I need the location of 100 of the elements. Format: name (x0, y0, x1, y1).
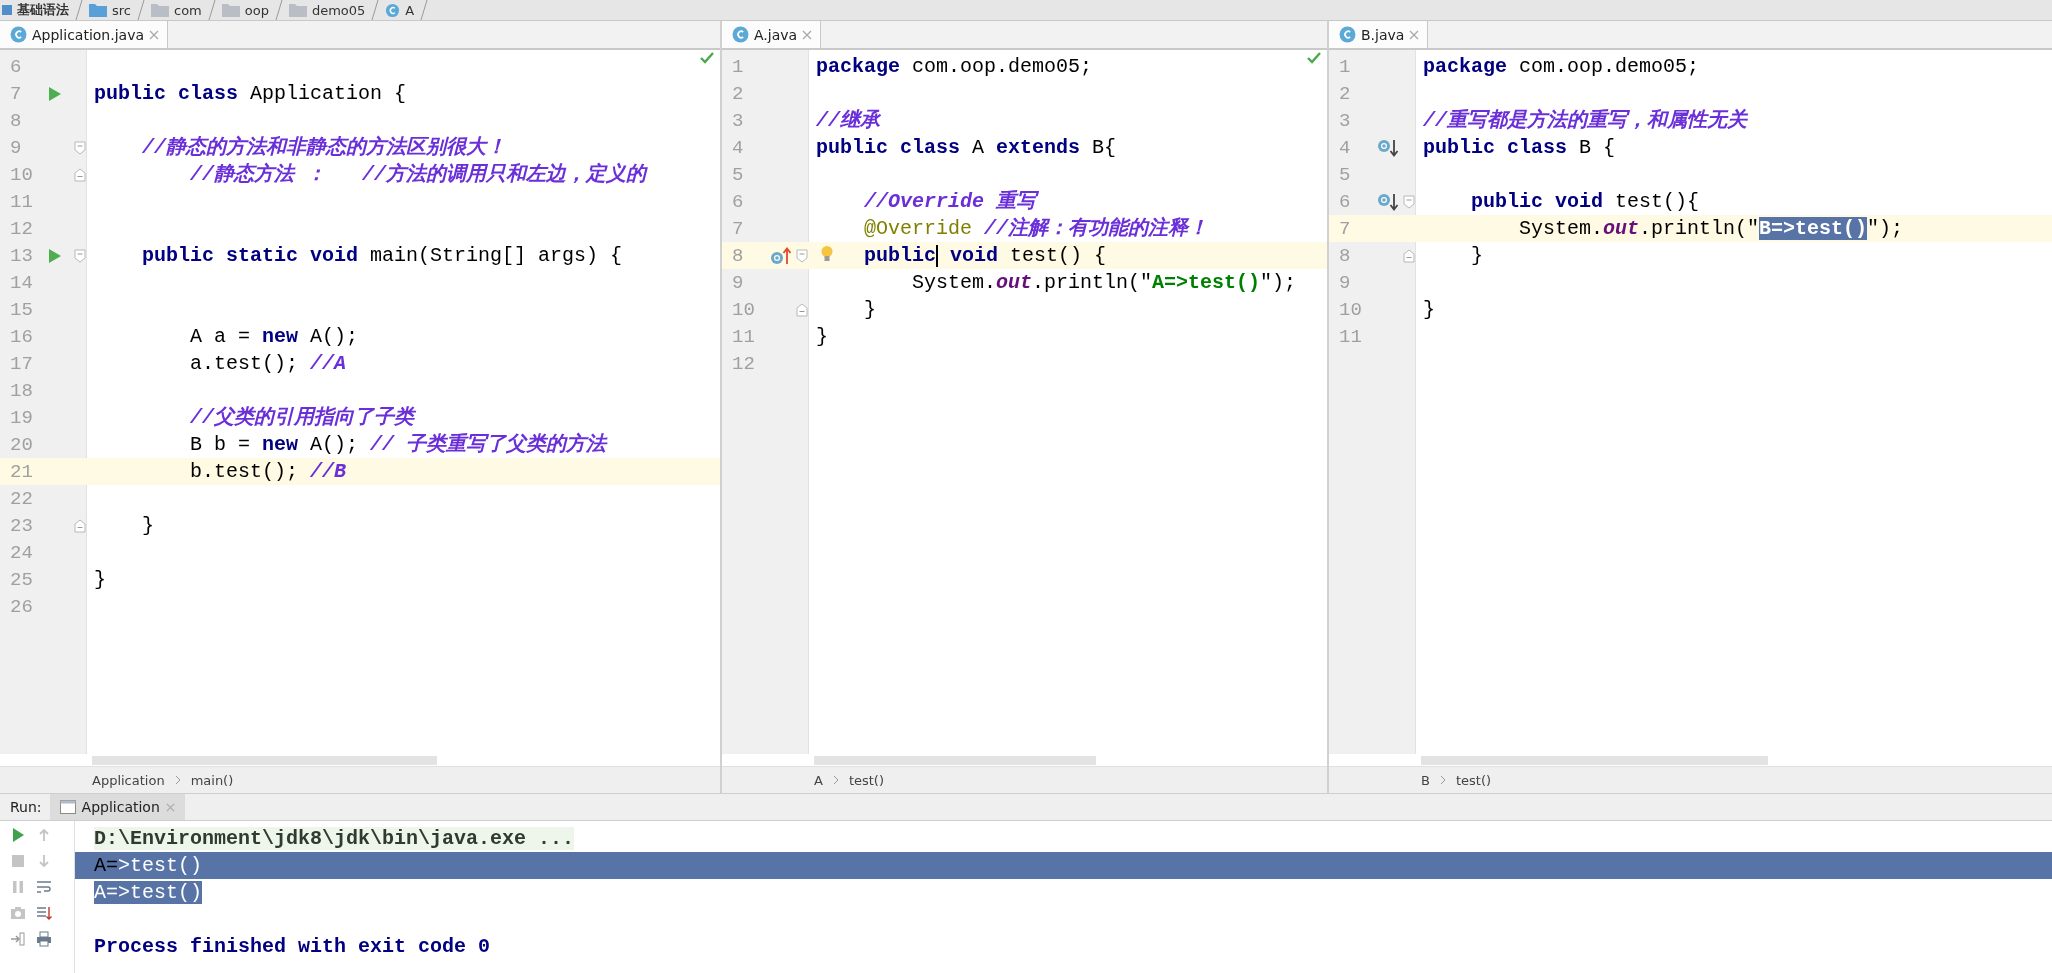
override-down-icon[interactable] (1376, 192, 1399, 211)
breadcrumb-item[interactable]: A (405, 2, 415, 18)
stop-icon[interactable] (10, 853, 26, 869)
line-number: 11 (1338, 325, 1363, 348)
print-icon[interactable] (36, 931, 52, 947)
fold-icon[interactable] (73, 167, 86, 182)
chevron-icon (1439, 775, 1446, 785)
close-icon[interactable] (1409, 29, 1420, 40)
line-number: 12 (9, 217, 34, 240)
fold-icon[interactable] (73, 140, 86, 155)
line-number: 14 (9, 271, 34, 294)
lightbulb-icon[interactable] (820, 245, 834, 263)
code-line: } (863, 298, 876, 321)
line-number: 2 (1338, 82, 1352, 105)
line-number: 6 (731, 190, 745, 213)
code-line: System.out.println("B=>test()"); (1518, 217, 1904, 240)
code-line: //父类的引用指向了子类 (189, 406, 415, 429)
breadcrumb-item[interactable]: B (1421, 772, 1430, 788)
fold-icon[interactable] (1402, 248, 1415, 263)
line-number: 5 (1338, 163, 1352, 186)
run-icon[interactable] (47, 247, 62, 264)
breadcrumb-item[interactable]: Application (92, 772, 165, 788)
editor-tab[interactable]: A.java (722, 21, 822, 48)
class-icon (385, 2, 401, 18)
editor-tab[interactable]: B.java (1329, 21, 1429, 48)
breadcrumb-item[interactable]: oop (244, 2, 269, 18)
line-number: 8 (1338, 244, 1352, 267)
code-line: } (94, 568, 106, 591)
scrollbar-thumb[interactable] (814, 755, 1097, 765)
code-line: //静态的方法和非静态的方法区别很大！ (141, 136, 506, 159)
close-icon[interactable] (802, 29, 813, 40)
fold-icon[interactable] (1402, 194, 1415, 209)
chevron-icon (832, 775, 839, 785)
scrollbar-thumb[interactable] (1421, 755, 1769, 765)
arrow-down-icon[interactable] (36, 853, 52, 869)
line-number: 9 (1338, 271, 1352, 294)
run-icon[interactable] (47, 85, 62, 102)
line-number: 18 (9, 379, 34, 402)
run-tab[interactable]: Application (49, 794, 185, 820)
line-number: 10 (731, 298, 756, 321)
console-line: Process finished with exit code 0 (94, 935, 491, 958)
breadcrumb-item[interactable]: main() (190, 772, 234, 788)
run-label: Run: (9, 799, 43, 815)
class-icon (10, 26, 27, 43)
line-number: 22 (9, 487, 34, 510)
breadcrumb-item[interactable]: src (112, 2, 131, 18)
line-number: 10 (1338, 298, 1363, 321)
close-icon[interactable] (165, 802, 175, 812)
module-icon (2, 5, 12, 15)
line-number: 7 (9, 82, 23, 105)
line-number: 8 (9, 109, 23, 132)
breadcrumb-separator-icon (207, 0, 216, 20)
close-icon[interactable] (149, 29, 159, 40)
breadcrumb-separator-icon (137, 0, 145, 20)
scrollbar-thumb[interactable] (92, 755, 438, 765)
line-number: 7 (1338, 217, 1352, 240)
line-number: 20 (9, 433, 34, 456)
fold-icon[interactable] (73, 248, 86, 263)
line-number: 15 (9, 298, 34, 321)
line-number: 9 (9, 136, 23, 159)
breadcrumb-item[interactable]: 基础语法 (17, 1, 69, 19)
line-number: 11 (731, 325, 756, 348)
fold-icon[interactable] (795, 248, 808, 263)
override-up-icon[interactable] (769, 246, 792, 265)
code-line: public class A extends B{ (816, 136, 1117, 159)
breadcrumb-item[interactable]: test() (1455, 772, 1492, 788)
fold-icon[interactable] (73, 518, 86, 533)
fold-icon[interactable] (795, 302, 808, 317)
line-number: 10 (9, 163, 34, 186)
breadcrumb-item[interactable]: test() (848, 772, 884, 788)
line-number: 6 (1338, 190, 1352, 213)
breadcrumb-item[interactable]: com (174, 2, 202, 18)
soft-wrap-icon[interactable] (36, 879, 52, 895)
chevron-icon (174, 775, 181, 785)
line-number: 19 (9, 406, 34, 429)
line-number: 6 (9, 55, 23, 78)
line-number: 12 (731, 352, 756, 375)
code-line: //重写都是方法的重写，和属性无关 (1423, 109, 1747, 132)
code-line: public static void main(String[] args) { (141, 244, 623, 267)
folder-icon (221, 3, 240, 17)
breadcrumb-item[interactable]: A (814, 772, 823, 788)
camera-icon[interactable] (10, 905, 26, 921)
breadcrumb-item[interactable]: demo05 (311, 2, 366, 18)
line-number: 25 (9, 568, 34, 591)
exit-icon[interactable] (10, 931, 26, 947)
code-line: public void test() { (863, 244, 1107, 267)
breadcrumb-separator-icon (75, 0, 83, 20)
code-line: @Override //注解：有功能的注释！ (863, 217, 1209, 240)
code-line: System.out.println("A=>test()"); (911, 271, 1297, 294)
override-down-icon[interactable] (1376, 138, 1399, 157)
editor-tab[interactable]: Application.java (0, 21, 168, 48)
code-line: package com.oop.demo05; (1423, 55, 1700, 78)
pause-icon[interactable] (10, 879, 26, 895)
run-icon[interactable] (10, 827, 26, 843)
line-number: 26 (9, 595, 34, 618)
line-number: 17 (9, 352, 34, 375)
code-line: b.test(); //B (189, 460, 347, 483)
line-number: 13 (9, 244, 34, 267)
scroll-to-end-icon[interactable] (36, 905, 52, 921)
line-number: 21 (9, 460, 34, 483)
